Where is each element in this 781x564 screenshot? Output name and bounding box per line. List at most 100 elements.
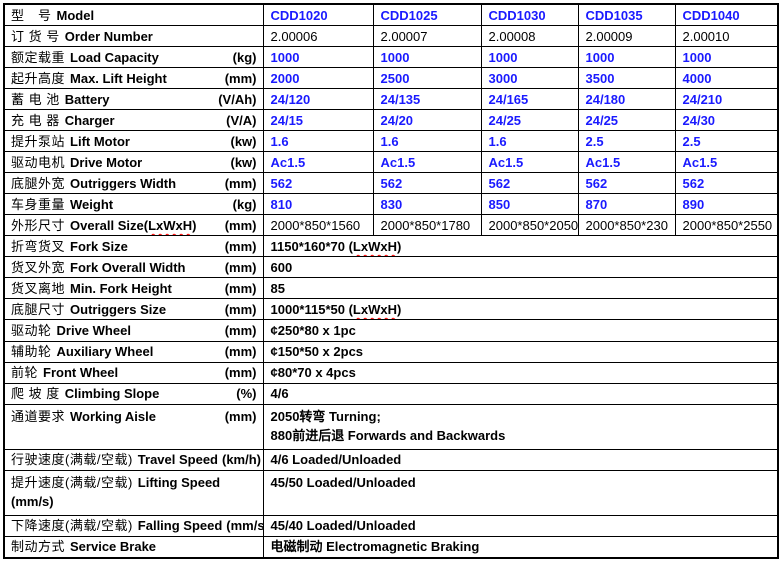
label-en-part: Outriggers Width bbox=[70, 176, 176, 191]
spec-row-front-wheel: 前轮Front Wheel(mm)¢80*70 x 4pcs bbox=[4, 362, 778, 383]
value-cell-order-number: 2.00008 bbox=[481, 26, 578, 47]
label-zh: 起升高度 bbox=[11, 69, 65, 88]
label-en-part: Service Brake bbox=[70, 539, 156, 554]
value-line: ¢250*80 x 1pc bbox=[271, 321, 772, 340]
row-label-auxiliary-wheel: 辅助轮Auxiliary Wheel(mm) bbox=[4, 341, 263, 362]
row-label-overall-size: 外形尺寸Overall Size(LxWxH)(mm) bbox=[4, 215, 263, 236]
value-cell-charger: 24/30 bbox=[675, 110, 778, 131]
value-line: 600 bbox=[271, 258, 772, 277]
value-cell-overall-size: 2000*850*1560 bbox=[263, 215, 373, 236]
value-cell-working-aisle: 2050转弯 Turning; 880前进后退 Forwards and Back… bbox=[263, 404, 778, 449]
value-part: 880前进后退 Forwards and Backwards bbox=[271, 428, 506, 443]
spec-row-outriggers-width: 底腿外宽Outriggers Width(mm)562562562562562 bbox=[4, 173, 778, 194]
spec-row-service-brake: 制动方式 Service Brake 电磁制动 Electromagnetic Br… bbox=[4, 536, 778, 558]
value-part: 2050转弯 Turning; bbox=[271, 409, 381, 424]
unit-label: (V/A) bbox=[226, 111, 256, 130]
value-cell-overall-size: 2000*850*230 bbox=[578, 215, 675, 236]
value-cell-battery: 24/210 bbox=[675, 89, 778, 110]
value-cell-climbing-slope: 4/6 bbox=[263, 383, 778, 404]
label-en: Outriggers Size bbox=[70, 300, 166, 319]
value-part: 1000*115*50 ( bbox=[271, 302, 353, 317]
unit-label: (mm) bbox=[225, 216, 257, 235]
spec-row-overall-size: 外形尺寸Overall Size(LxWxH)(mm)2000*850*1560… bbox=[4, 215, 778, 236]
label-en-part: Overall Size( bbox=[70, 218, 148, 233]
value-cell-max-lift-height: 2000 bbox=[263, 68, 373, 89]
label-zh: 辅助轮 bbox=[11, 342, 52, 361]
label-en: Lifting Speed bbox=[138, 473, 220, 492]
label-en-part: Auxiliary Wheel bbox=[57, 344, 154, 359]
value-cell-weight: 810 bbox=[263, 194, 373, 215]
row-label-drive-motor: 驱动电机Drive Motor(kw) bbox=[4, 152, 263, 173]
value-cell-load-capacity: 1000 bbox=[578, 47, 675, 68]
unit-label: (kw) bbox=[231, 132, 257, 151]
value-cell-charger: 24/25 bbox=[481, 110, 578, 131]
spec-row-falling-speed: 下降速度(满载/空载)Falling Speed(mm/s) 45/40 Load… bbox=[4, 515, 778, 536]
label-en-part: Lift Motor bbox=[70, 134, 130, 149]
value-part: ) bbox=[397, 302, 401, 317]
label-en: Model bbox=[57, 6, 95, 25]
label-en: Service Brake bbox=[70, 537, 156, 556]
value-cell-max-lift-height: 3500 bbox=[578, 68, 675, 89]
value-cell-order-number: 2.00006 bbox=[263, 26, 373, 47]
value-cell-drive-motor: Ac1.5 bbox=[578, 152, 675, 173]
value-part: ) bbox=[397, 239, 401, 254]
unit-label: (mm) bbox=[225, 363, 257, 382]
value-cell-falling-speed: 45/40 Loaded/Unloaded bbox=[263, 515, 778, 536]
unit-label: (mm) bbox=[225, 69, 257, 88]
value-line: 45/50 Loaded/Unloaded bbox=[271, 473, 772, 492]
value-cell-weight: 850 bbox=[481, 194, 578, 215]
value-cell-load-capacity: 1000 bbox=[675, 47, 778, 68]
spec-row-drive-motor: 驱动电机Drive Motor(kw)Ac1.5Ac1.5Ac1.5Ac1.5A… bbox=[4, 152, 778, 173]
spec-row-order-number: 订 货 号Order Number2.000062.000072.000082.… bbox=[4, 26, 778, 47]
row-label-climbing-slope: 爬 坡 度Climbing Slope(%) bbox=[4, 383, 263, 404]
value-part: 45/50 Loaded/Unloaded bbox=[271, 475, 416, 490]
value-part: ¢80*70 x 4pcs bbox=[271, 365, 356, 380]
value-part: 电磁制动 Electromagnetic Braking bbox=[271, 539, 480, 554]
label-zh: 提升泵站 bbox=[11, 132, 65, 151]
value-cell-model: CDD1020 bbox=[263, 4, 373, 26]
row-label-load-capacity: 额定载重Load Capacity(kg) bbox=[4, 47, 263, 68]
spec-row-fork-overall-width: 货叉外宽Fork Overall Width(mm)600 bbox=[4, 257, 778, 278]
row-label-travel-speed: 行驶速度(满载/空载)Travel Speed(km/h) bbox=[4, 449, 263, 470]
value-cell-load-capacity: 1000 bbox=[263, 47, 373, 68]
value-part: 4/6 Loaded/Unloaded bbox=[271, 452, 402, 467]
label-zh: 爬 坡 度 bbox=[11, 384, 60, 403]
value-cell-outriggers-width: 562 bbox=[675, 173, 778, 194]
row-label-service-brake: 制动方式 Service Brake bbox=[4, 536, 263, 558]
value-cell-lift-motor: 1.6 bbox=[481, 131, 578, 152]
value-cell-overall-size: 2000*850*2550 bbox=[675, 215, 778, 236]
label-zh: 底腿尺寸 bbox=[11, 300, 65, 319]
row-label-lift-motor: 提升泵站 Lift Motor (kw) bbox=[4, 131, 263, 152]
label-en-part: Weight bbox=[70, 197, 113, 212]
value-cell-drive-motor: Ac1.5 bbox=[675, 152, 778, 173]
row-label-falling-speed: 下降速度(满载/空载)Falling Speed(mm/s) bbox=[4, 515, 263, 536]
value-cell-lift-motor: 2.5 bbox=[675, 131, 778, 152]
row-label-model: 型 号Model bbox=[4, 4, 263, 26]
value-cell-battery: 24/135 bbox=[373, 89, 481, 110]
value-cell-weight: 890 bbox=[675, 194, 778, 215]
value-cell-fork-size: 1150*160*70 (LxWxH) bbox=[263, 236, 778, 257]
label-en: Charger bbox=[65, 111, 115, 130]
row-label-front-wheel: 前轮Front Wheel(mm) bbox=[4, 362, 263, 383]
label-en: Climbing Slope bbox=[65, 384, 160, 403]
value-line: 45/40 Loaded/Unloaded bbox=[271, 516, 772, 535]
label-zh: 货叉外宽 bbox=[11, 258, 65, 277]
label-en: Min. Fork Height bbox=[70, 279, 172, 298]
spec-row-max-lift-height: 起升高度Max. Lift Height(mm)2000250030003500… bbox=[4, 68, 778, 89]
value-cell-outriggers-width: 562 bbox=[373, 173, 481, 194]
label-en: Working Aisle bbox=[70, 407, 156, 426]
label-en-part: Travel Speed bbox=[138, 452, 218, 467]
value-cell-battery: 24/180 bbox=[578, 89, 675, 110]
spec-row-weight: 车身重量Weight(kg)810830850870890 bbox=[4, 194, 778, 215]
label-en: Drive Motor bbox=[70, 153, 142, 172]
label-zh: 外形尺寸 bbox=[11, 216, 65, 235]
label-en-part: Front Wheel bbox=[43, 365, 118, 380]
value-part: 600 bbox=[271, 260, 293, 275]
row-label-battery: 蓄 电 池Battery(V/Ah) bbox=[4, 89, 263, 110]
label-en-wavy-part: LxWxH bbox=[148, 218, 192, 233]
value-line: 电磁制动 Electromagnetic Braking bbox=[271, 537, 772, 556]
value-cell-travel-speed: 4/6 Loaded/Unloaded bbox=[263, 449, 778, 470]
label-zh: 制动方式 bbox=[11, 537, 65, 556]
label-en: Max. Lift Height bbox=[70, 69, 167, 88]
value-cell-auxiliary-wheel: ¢150*50 x 2pcs bbox=[263, 341, 778, 362]
